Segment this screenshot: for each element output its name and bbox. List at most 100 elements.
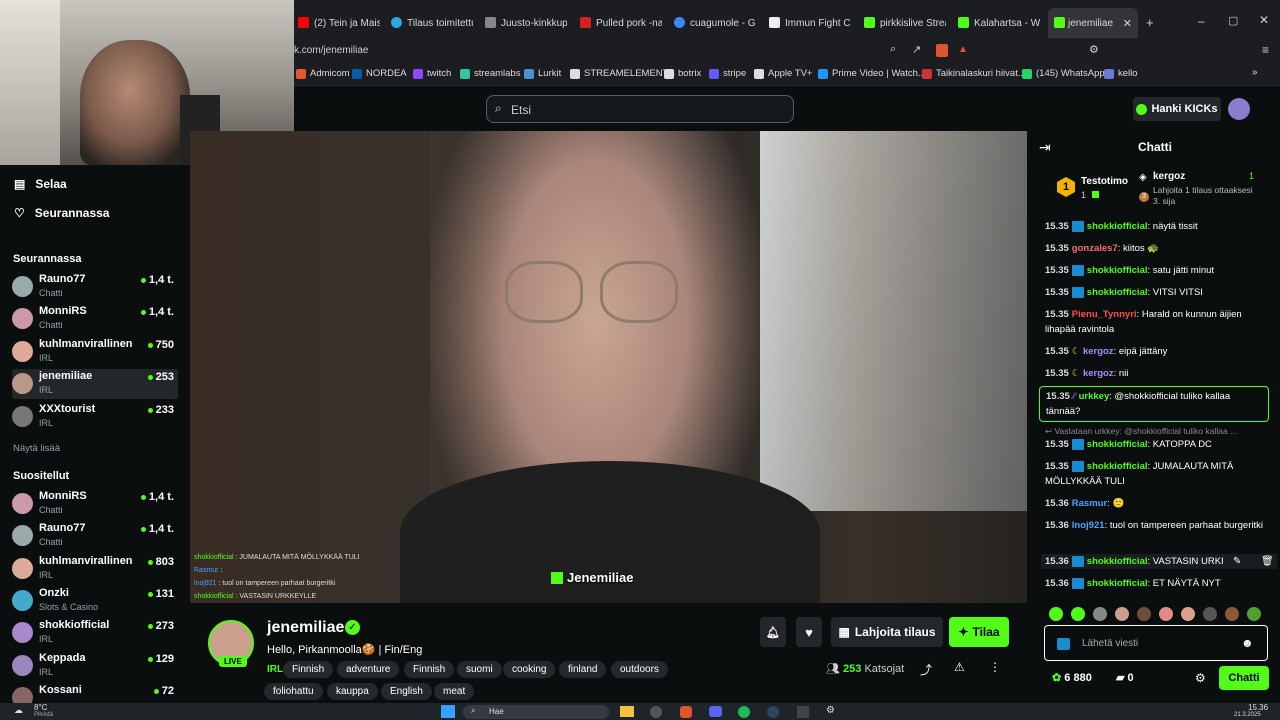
emote-icon[interactable]: [1049, 607, 1063, 621]
settings-icon[interactable]: ⚙: [826, 705, 835, 716]
chat-message[interactable]: 15.35 shokkiofficial: näytä tissit: [1045, 219, 1273, 234]
emote-icon[interactable]: [1137, 607, 1151, 621]
brave-icon[interactable]: [680, 706, 692, 718]
show-more-link[interactable]: Näytä lisää: [13, 443, 60, 454]
more-options-icon[interactable]: ⋮: [989, 660, 1001, 674]
sidebar-channel[interactable]: MonniRS Chatti 1,4 t.: [12, 304, 178, 334]
sidebar-channel-active[interactable]: jenemiliae IRL 253: [12, 369, 178, 399]
emote-icon[interactable]: [1115, 607, 1129, 621]
browser-tab[interactable]: Immun Fight Clu: [769, 10, 851, 36]
brave-shield-icon[interactable]: [936, 44, 948, 57]
chat-message[interactable]: 15.35 ☾ kergoz: eipä jättäny: [1045, 344, 1273, 359]
discord-icon[interactable]: [709, 706, 722, 717]
close-window-icon[interactable]: ✕: [1259, 13, 1269, 27]
chat-message[interactable]: 15.36 Rasmur: 🙂: [1045, 496, 1273, 511]
nav-following[interactable]: ♡ Seurannassa: [14, 206, 109, 220]
chat-message[interactable]: 15.36 shokkiofficial: ET NÄYTÄ NYT: [1045, 576, 1273, 591]
subscribe-button[interactable]: ✦ Tilaa: [949, 617, 1009, 647]
bookmark[interactable]: botrix: [664, 68, 701, 79]
more-bookmarks-icon[interactable]: »: [1252, 67, 1258, 78]
browser-tab[interactable]: Pulled pork -nac: [580, 10, 662, 36]
chat-message-hovered[interactable]: 15.36 shokkiofficial: VASTASIN URKI ✎ 🗑︎: [1041, 554, 1277, 569]
follow-button[interactable]: ♥: [796, 617, 822, 647]
chat-message[interactable]: 15.35 shokkiofficial: VITSI VITSI: [1045, 285, 1273, 300]
tag[interactable]: meat: [434, 683, 475, 700]
chat-message[interactable]: 15.36 lnoj921: tuol on tampereen parhaat …: [1045, 518, 1273, 533]
sidebar-channel[interactable]: shokkiofficial IRL 273: [12, 618, 178, 648]
sidebar-channel[interactable]: Rauno77 Chatti 1,4 t.: [12, 521, 178, 551]
browser-tab[interactable]: pirkkislive Stream: [864, 10, 946, 36]
sidebar-channel[interactable]: Onzki Slots & Casino 131: [12, 586, 178, 616]
tag[interactable]: Finnish: [283, 661, 334, 678]
category-link[interactable]: IRL: [267, 664, 283, 675]
app-icon[interactable]: [797, 706, 809, 718]
url-text[interactable]: k.com/jenemiliae: [294, 45, 368, 56]
bookmark[interactable]: (145) WhatsApp: [1022, 68, 1105, 79]
tag[interactable]: finland: [559, 661, 607, 678]
tag[interactable]: cooking: [503, 661, 556, 678]
minimize-icon[interactable]: –: [1198, 14, 1205, 28]
report-icon[interactable]: ⚠: [954, 660, 965, 674]
chat-input[interactable]: Lähetä viesti ☻: [1044, 625, 1268, 661]
video-player[interactable]: [190, 131, 1027, 603]
close-icon[interactable]: ✕: [1123, 17, 1132, 30]
sidebar-channel[interactable]: MonniRS Chatti 1,4 t.: [12, 489, 178, 519]
bookmark[interactable]: Prime Video | Watch...: [818, 68, 926, 79]
taskbar-search[interactable]: ⌕ Hae: [463, 705, 609, 719]
file-explorer-icon[interactable]: [620, 706, 634, 717]
bookmark[interactable]: NORDEA: [352, 68, 407, 79]
bookmark[interactable]: twitch: [413, 68, 451, 79]
channel-name[interactable]: jenemiliae: [267, 619, 344, 637]
chat-message[interactable]: 15.35 shokkiofficial: JUMALAUTA MITÄ MÖLL…: [1045, 459, 1273, 489]
emoji-icon[interactable]: ☻: [1241, 636, 1254, 650]
bookmark[interactable]: streamlabs: [460, 68, 520, 79]
chat-message[interactable]: 15.35 ☾ kergoz: nii: [1045, 366, 1273, 381]
emote-icon[interactable]: [1159, 607, 1173, 621]
send-chat-button[interactable]: Chatti: [1219, 666, 1269, 690]
emote-icon[interactable]: [1071, 607, 1085, 621]
user-avatar[interactable]: [1228, 98, 1250, 120]
chat-message[interactable]: 15.35 gonzales7: kiitos 🐢: [1045, 241, 1273, 256]
sidebar-channel[interactable]: kuhlmanvirallinen IRL 803: [12, 554, 178, 584]
new-tab-icon[interactable]: +: [1146, 15, 1154, 30]
browser-tab[interactable]: Kalahartsa - Wat: [958, 10, 1040, 36]
tag[interactable]: suomi: [457, 661, 502, 678]
browser-tab[interactable]: (2) Tein ja Maiste: [298, 10, 380, 36]
chat-message-highlighted[interactable]: 15.35 ⁄⁄ urkkey: @shokkiofficial tuliko k…: [1039, 386, 1269, 422]
tag[interactable]: outdoors: [611, 661, 668, 678]
browser-tab[interactable]: cuagumole - Goo: [674, 10, 756, 36]
bookmark[interactable]: kello: [1104, 68, 1138, 79]
zoom-icon[interactable]: ⌕: [890, 43, 896, 56]
sidebar-channel[interactable]: Keppada IRL 129: [12, 651, 178, 681]
bookmark[interactable]: stripe: [709, 68, 746, 79]
search-input[interactable]: ⌕ Etsi: [486, 95, 794, 123]
brave-rewards-icon[interactable]: ▲: [958, 44, 968, 55]
steam-icon[interactable]: [767, 706, 779, 718]
sidebar-channel[interactable]: Kossani 72: [12, 683, 178, 708]
browser-tab[interactable]: Juusto-kinkkupiir: [485, 10, 567, 36]
tag[interactable]: adventure: [337, 661, 400, 678]
bookmark[interactable]: Lurkit: [524, 68, 561, 79]
tag[interactable]: foliohattu: [264, 683, 323, 700]
emote-icon[interactable]: [1225, 607, 1239, 621]
spotify-icon[interactable]: [738, 706, 750, 718]
hanki-kicks-button[interactable]: Hanki KICKs: [1133, 97, 1221, 121]
tag[interactable]: Finnish: [404, 661, 455, 678]
chat-message[interactable]: 15.35 shokkiofficial: satu jätti minut: [1045, 263, 1273, 278]
menu-icon[interactable]: ≡: [1262, 43, 1269, 57]
emote-icon[interactable]: [1247, 607, 1261, 621]
collapse-chat-icon[interactable]: ⇥: [1039, 139, 1051, 156]
tag[interactable]: kauppa: [327, 683, 378, 700]
bookmark[interactable]: Taikinalaskuri hiivat...: [922, 68, 1026, 79]
gift-sub-button[interactable]: ▦ Lahjoita tilaus: [831, 617, 943, 647]
start-icon[interactable]: [441, 705, 455, 718]
tag[interactable]: English: [381, 683, 432, 700]
notification-bell-button[interactable]: 🔔︎: [760, 617, 786, 647]
sidebar-channel[interactable]: Rauno77 Chatti 1,4 t.: [12, 272, 178, 302]
browser-tab[interactable]: Tilaus toimitettu: [391, 10, 473, 36]
emote-icon[interactable]: [1093, 607, 1107, 621]
address-bar[interactable]: k.com/jenemiliae ⌕ ↗ ▲ ⚙ ≡: [294, 40, 1280, 62]
emote-icon[interactable]: [1181, 607, 1195, 621]
pin-icon[interactable]: ✎: [1233, 554, 1241, 569]
browser-tab-active[interactable]: jenemiliae ✕: [1048, 8, 1138, 38]
